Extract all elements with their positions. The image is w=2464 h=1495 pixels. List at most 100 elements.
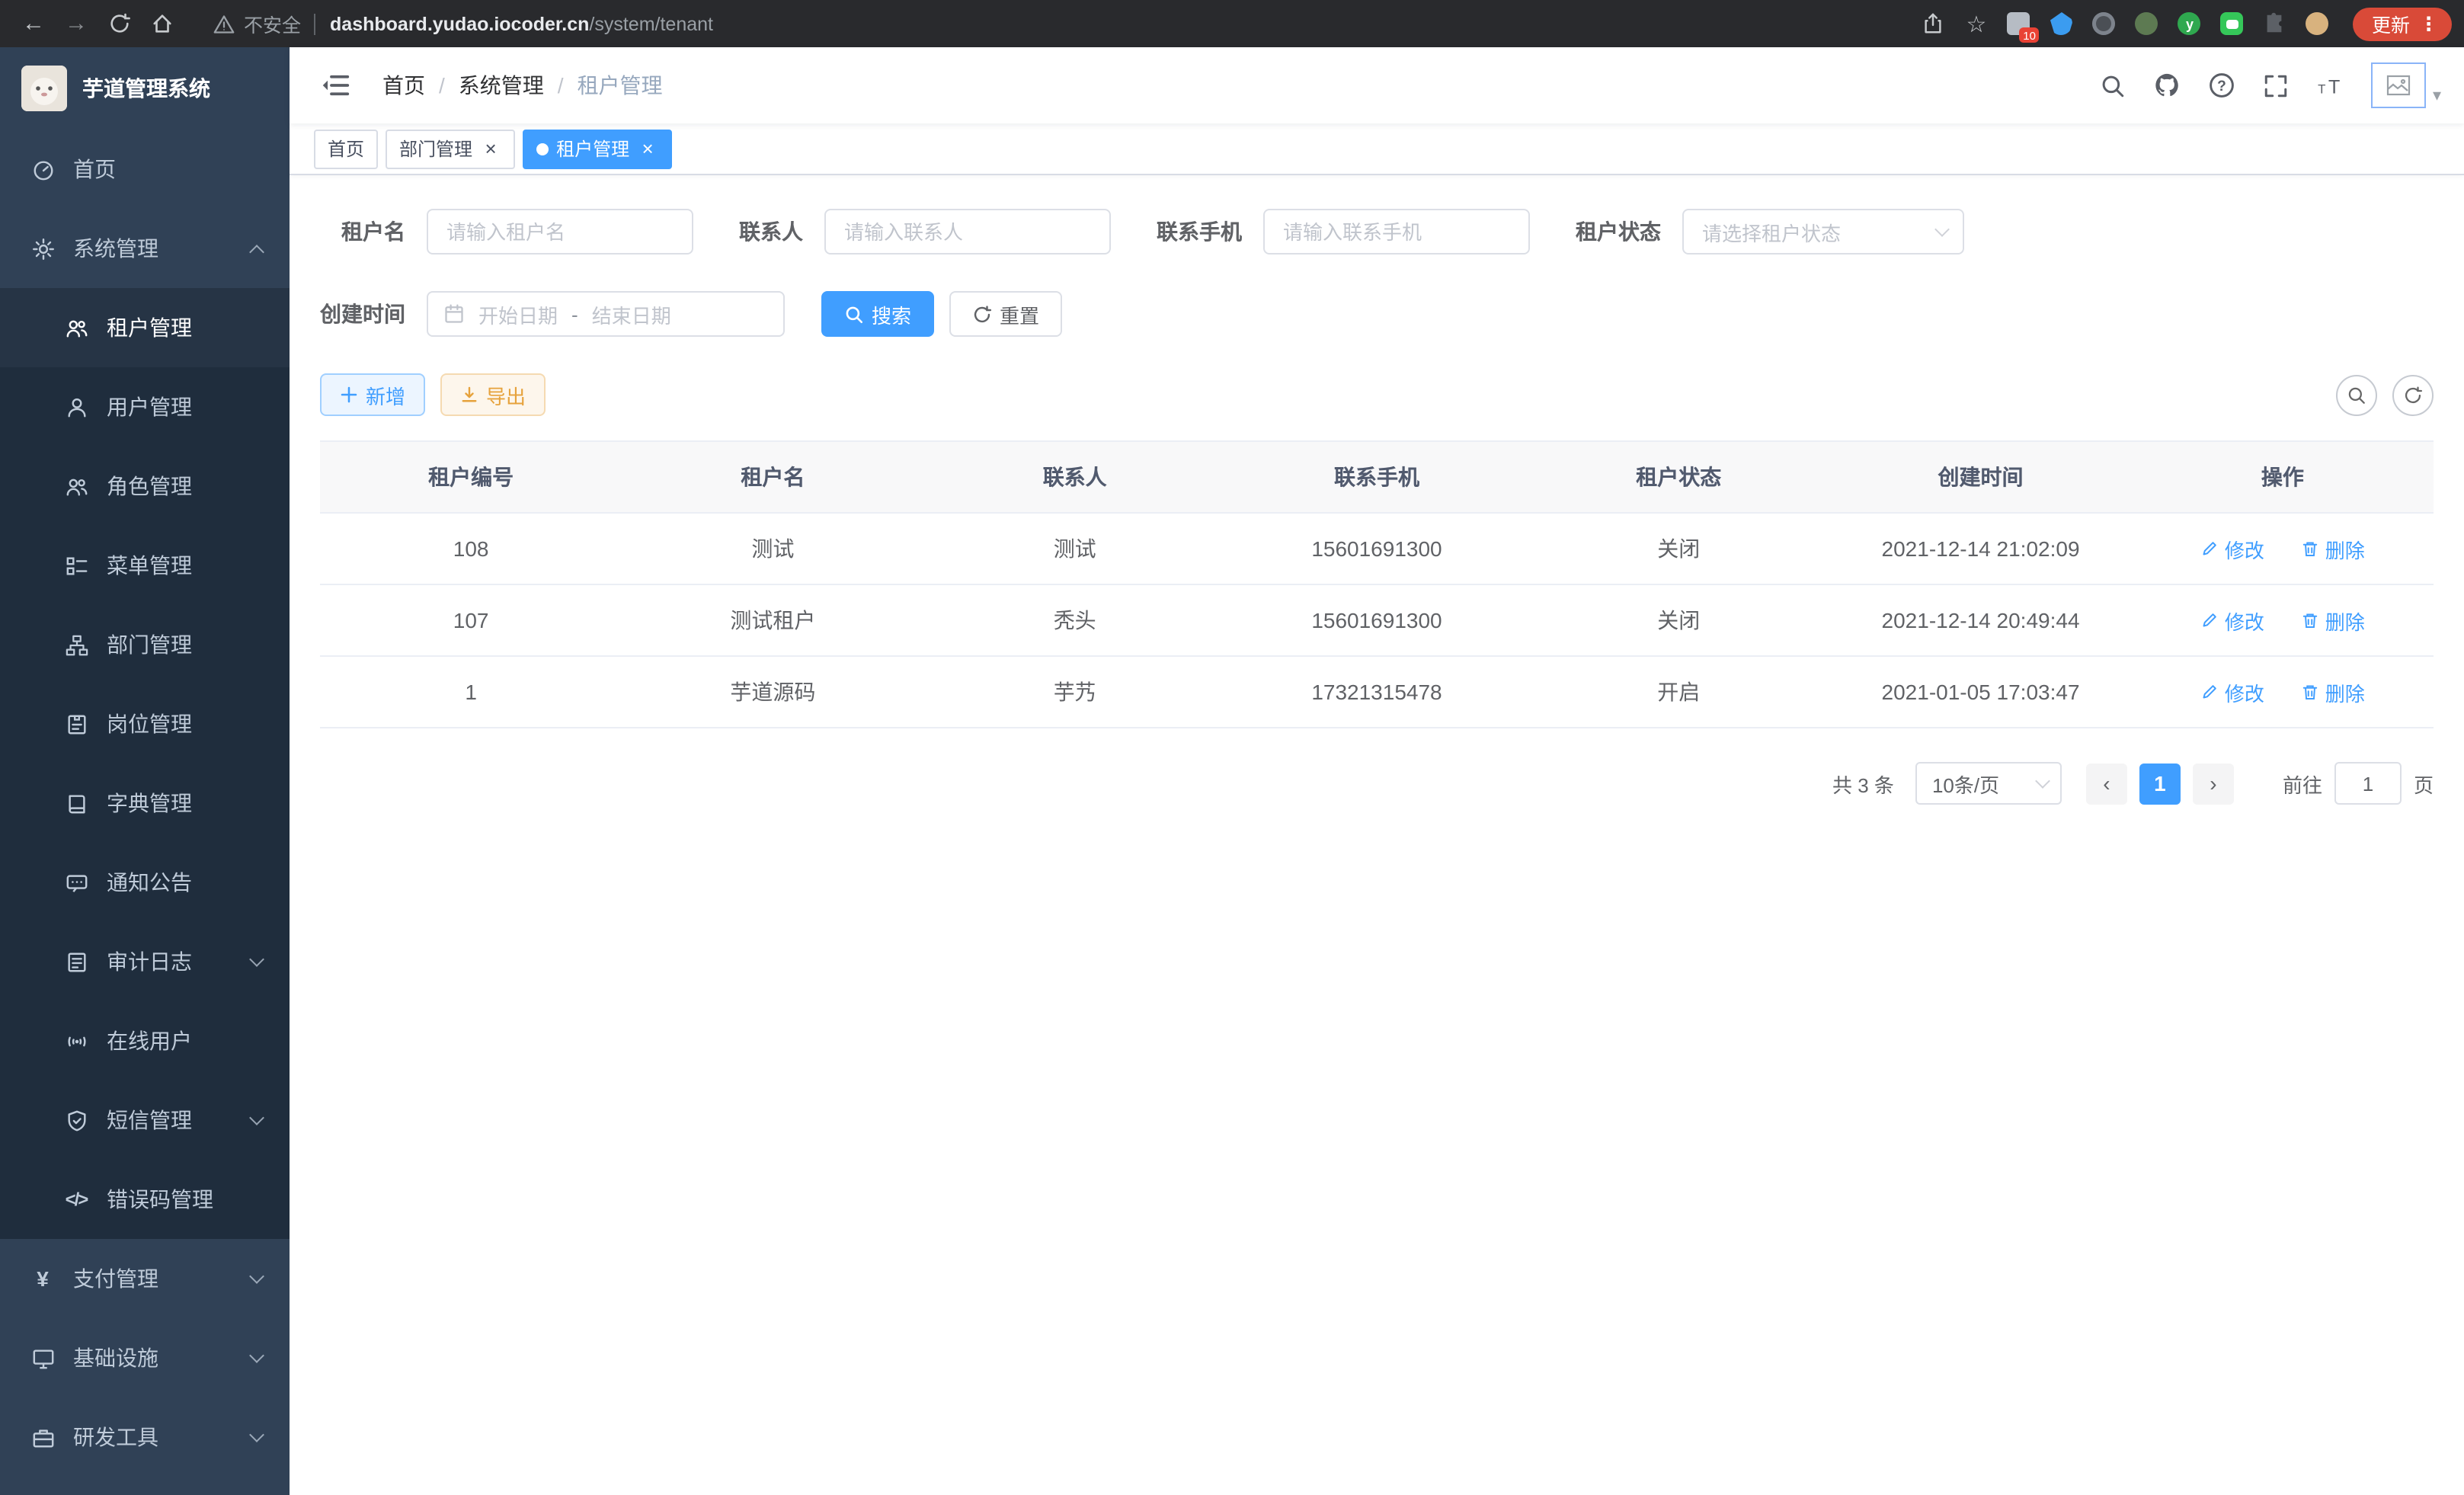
extension-pin-icon[interactable]: 10 [2006, 11, 2032, 37]
search-icon [2347, 385, 2366, 405]
sidebar-item-role[interactable]: 角色管理 [0, 447, 290, 526]
toolbar: 新增 导出 [320, 373, 2434, 416]
page-size-select[interactable]: 10条/页 [1915, 762, 2062, 805]
sidebar-item-error-code[interactable]: </> 错误码管理 [0, 1160, 290, 1239]
warning-icon [213, 13, 235, 34]
browser-back-icon[interactable]: ← [12, 4, 55, 43]
share-icon[interactable] [1921, 11, 1947, 37]
sidebar-item-dict[interactable]: 字典管理 [0, 764, 290, 843]
next-page-button[interactable]: › [2193, 763, 2234, 804]
menu-tree-icon [64, 554, 88, 577]
prev-page-button[interactable]: ‹ [2086, 763, 2127, 804]
profile-avatar-icon[interactable] [2305, 11, 2331, 37]
delete-link[interactable]: 删除 [2301, 606, 2365, 635]
caret-down-icon[interactable]: ▾ [2433, 85, 2441, 108]
sidebar-item-pay[interactable]: ¥ 支付管理 [0, 1239, 290, 1318]
profile-avatar-body [2306, 12, 2329, 35]
fullscreen-icon[interactable] [2250, 72, 2303, 98]
pagination: 共 3 条 10条/页 ‹ 1 › 前往 页 [320, 762, 2434, 805]
header-search-icon[interactable] [2087, 72, 2140, 98]
trash-icon [2301, 611, 2319, 629]
edit-link[interactable]: 修改 [2200, 606, 2264, 635]
sidebar-item-infra[interactable]: 基础设施 [0, 1318, 290, 1397]
tab-home[interactable]: 首页 [314, 129, 378, 168]
app-body: 芋道管理系统 首页 系统管理 租户管理 用户管理 角色管理 [0, 47, 2464, 1495]
chevron-down-icon [249, 1426, 264, 1442]
cell-phone: 17321315478 [1226, 656, 1528, 728]
browser-forward-icon[interactable]: → [55, 4, 98, 43]
github-icon[interactable] [2140, 72, 2195, 99]
edit-link[interactable]: 修改 [2200, 677, 2264, 706]
sidebar-item-home[interactable]: 首页 [0, 130, 290, 209]
refresh-table-button[interactable] [2392, 374, 2434, 415]
edit-link[interactable]: 修改 [2200, 534, 2264, 563]
contact-input[interactable] [824, 209, 1111, 255]
goto-unit-label: 页 [2414, 769, 2434, 798]
tenant-name-input[interactable] [427, 209, 693, 255]
phone-input[interactable] [1263, 209, 1530, 255]
help-icon[interactable]: ? [2195, 72, 2250, 99]
cell-contact: 测试 [924, 513, 1226, 584]
create-time-label: 创建时间 [320, 299, 405, 329]
sidebar-logo[interactable]: 芋道管理系统 [0, 47, 290, 130]
sidebar-item-online-user[interactable]: 在线用户 [0, 1001, 290, 1080]
sidebar-item-dept[interactable]: 部门管理 [0, 605, 290, 684]
download-icon [460, 386, 478, 404]
edit-label: 修改 [2225, 606, 2264, 635]
browser-reload-icon[interactable] [98, 4, 140, 43]
extension-blue-icon[interactable] [2049, 11, 2075, 37]
svg-text:?: ? [2218, 78, 2227, 94]
delete-link[interactable]: 删除 [2301, 534, 2365, 563]
security-label: 不安全 [244, 9, 301, 38]
tab-dept[interactable]: 部门管理 × [386, 129, 515, 168]
sidebar-item-user[interactable]: 用户管理 [0, 367, 290, 447]
page-root: ← → 不安全 dashboard.yudao.iocoder.cn/syste… [0, 0, 2464, 1495]
font-size-icon[interactable]: TT [2303, 72, 2360, 98]
sidebar-item-system[interactable]: 系统管理 [0, 209, 290, 288]
roles-icon [64, 475, 88, 498]
reset-button[interactable]: 重置 [949, 291, 1062, 337]
kebab-menu-icon[interactable]: ⋮ [2419, 12, 2438, 35]
browser-address-bar[interactable]: 不安全 dashboard.yudao.iocoder.cn/system/te… [198, 4, 1906, 43]
sidebar-fold-icon[interactable] [312, 70, 358, 101]
sidebar-item-post[interactable]: 岗位管理 [0, 684, 290, 764]
add-button-label: 新增 [366, 380, 405, 409]
sidebar-item-label: 租户管理 [107, 312, 192, 343]
users-icon [64, 316, 88, 339]
breadcrumb-home[interactable]: 首页 [382, 70, 425, 101]
chevron-down-icon [249, 1109, 264, 1125]
date-range-picker[interactable]: 开始日期 - 结束日期 [427, 291, 785, 337]
add-button[interactable]: 新增 [320, 373, 425, 416]
sidebar-item-audit-log[interactable]: 审计日志 [0, 922, 290, 1001]
close-icon[interactable]: × [480, 138, 501, 159]
sidebar-item-devtools[interactable]: 研发工具 [0, 1397, 290, 1477]
delete-link[interactable]: 删除 [2301, 677, 2365, 706]
browser-home-icon[interactable] [140, 4, 183, 43]
extension-sphere-icon[interactable] [2091, 11, 2117, 37]
status-select[interactable]: 请选择租户状态 [1682, 209, 1964, 255]
extension-y-icon[interactable]: y [2177, 11, 2203, 37]
extension-chat-icon[interactable] [2219, 11, 2245, 37]
sidebar-item-menu[interactable]: 菜单管理 [0, 526, 290, 605]
tab-label: 首页 [328, 136, 364, 162]
page-button-1[interactable]: 1 [2139, 763, 2181, 804]
filter-create-time: 创建时间 开始日期 - 结束日期 [320, 291, 785, 337]
sidebar-item-sms[interactable]: 短信管理 [0, 1080, 290, 1160]
cell-tenant-name: 测试租户 [622, 584, 923, 656]
breadcrumb-section[interactable]: 系统管理 [459, 70, 544, 101]
col-tenant-name: 租户名 [622, 441, 923, 513]
close-icon[interactable]: × [637, 138, 658, 159]
export-button[interactable]: 导出 [440, 373, 546, 416]
user-avatar[interactable] [2372, 62, 2427, 108]
goto-page-input[interactable] [2334, 762, 2402, 805]
sidebar-item-notice[interactable]: 通知公告 [0, 843, 290, 922]
extension-puzzle-icon[interactable] [2262, 11, 2288, 37]
toggle-search-button[interactable] [2336, 374, 2377, 415]
tab-tenant[interactable]: 租户管理 × [523, 129, 672, 168]
sidebar-item-tenant[interactable]: 租户管理 [0, 288, 290, 367]
search-button[interactable]: 搜索 [821, 291, 934, 337]
browser-update-button[interactable]: 更新 ⋮ [2354, 7, 2452, 40]
back-icon: ← [22, 11, 45, 37]
bookmark-star-icon[interactable]: ☆ [1963, 11, 1989, 37]
extension-green-circle-icon[interactable] [2134, 11, 2160, 37]
